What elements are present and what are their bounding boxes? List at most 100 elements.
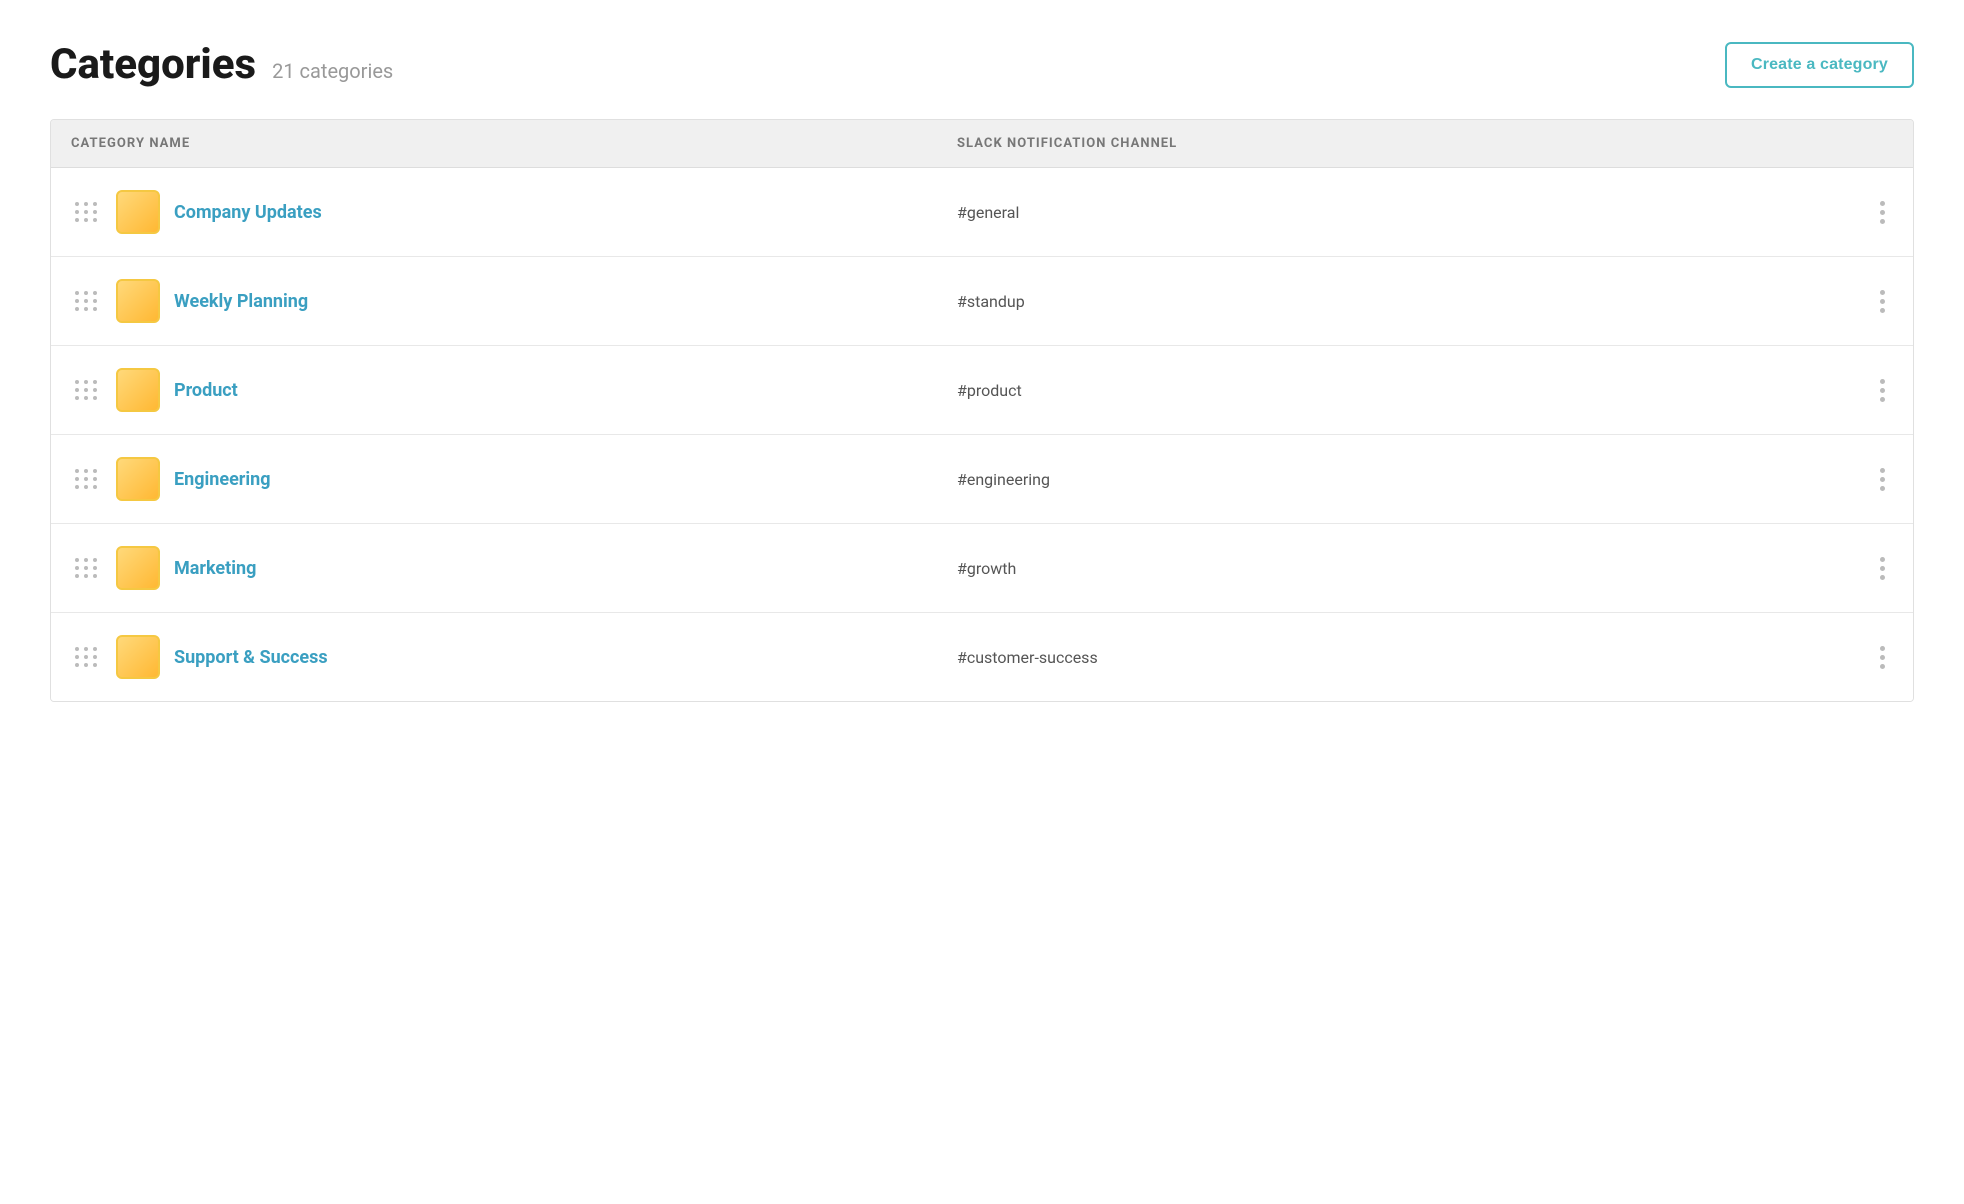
- category-icon: [116, 635, 160, 679]
- categories-table: CATEGORY NAME SLACK NOTIFICATION CHANNEL…: [50, 119, 1914, 702]
- table-header: CATEGORY NAME SLACK NOTIFICATION CHANNEL: [51, 120, 1913, 168]
- drag-dot: [84, 566, 88, 570]
- slack-channel-2: #standup: [957, 292, 1843, 311]
- category-name-5[interactable]: Marketing: [174, 558, 256, 579]
- more-dot: [1880, 486, 1885, 491]
- category-icon: [116, 457, 160, 501]
- drag-dot: [93, 558, 97, 562]
- drag-dot: [75, 388, 79, 392]
- category-name-2[interactable]: Weekly Planning: [174, 291, 308, 312]
- drag-handle[interactable]: [71, 643, 102, 671]
- more-options-button[interactable]: [1872, 282, 1893, 321]
- category-name-6[interactable]: Support & Success: [174, 647, 328, 668]
- drag-dot: [93, 388, 97, 392]
- more-dot: [1880, 219, 1885, 224]
- drag-dot: [75, 202, 79, 206]
- more-dot: [1880, 477, 1885, 482]
- create-category-button[interactable]: Create a category: [1725, 42, 1914, 88]
- more-dot: [1880, 646, 1885, 651]
- more-dot: [1880, 210, 1885, 215]
- drag-dot: [75, 663, 79, 667]
- drag-dot: [84, 291, 88, 295]
- more-dot: [1880, 308, 1885, 313]
- drag-dot: [84, 485, 88, 489]
- drag-dot: [84, 647, 88, 651]
- category-cell-2: Weekly Planning: [71, 279, 957, 323]
- drag-dot: [84, 388, 88, 392]
- drag-dot: [75, 396, 79, 400]
- drag-dot: [93, 485, 97, 489]
- more-dot: [1880, 575, 1885, 580]
- drag-handle[interactable]: [71, 554, 102, 582]
- category-cell-5: Marketing: [71, 546, 957, 590]
- more-dot: [1880, 468, 1885, 473]
- category-name-1[interactable]: Company Updates: [174, 202, 322, 223]
- more-dot: [1880, 566, 1885, 571]
- drag-dot: [75, 218, 79, 222]
- drag-dot: [75, 210, 79, 214]
- drag-dot: [75, 574, 79, 578]
- drag-dot: [84, 210, 88, 214]
- drag-dot: [75, 469, 79, 473]
- drag-dot: [93, 380, 97, 384]
- more-options-button[interactable]: [1872, 460, 1893, 499]
- drag-dot: [93, 396, 97, 400]
- table-body: Company Updates #general Weekly Planning #s…: [51, 168, 1913, 701]
- drag-dot: [93, 574, 97, 578]
- more-dot: [1880, 379, 1885, 384]
- more-options-button[interactable]: [1872, 549, 1893, 588]
- drag-dot: [93, 647, 97, 651]
- table-row: Product #product: [51, 346, 1913, 435]
- category-name-3[interactable]: Product: [174, 380, 238, 401]
- category-icon: [116, 368, 160, 412]
- drag-dot: [93, 210, 97, 214]
- slack-channel-6: #customer-success: [957, 648, 1843, 667]
- slack-channel-4: #engineering: [957, 470, 1843, 489]
- drag-dot: [93, 202, 97, 206]
- more-options-button[interactable]: [1872, 193, 1893, 232]
- drag-dot: [75, 655, 79, 659]
- more-dot: [1880, 664, 1885, 669]
- more-dot: [1880, 397, 1885, 402]
- drag-dot: [75, 558, 79, 562]
- slack-channel-3: #product: [957, 381, 1843, 400]
- category-icon: [116, 190, 160, 234]
- more-options-button[interactable]: [1872, 371, 1893, 410]
- more-options-button[interactable]: [1872, 638, 1893, 677]
- drag-dot: [75, 307, 79, 311]
- category-cell-4: Engineering: [71, 457, 957, 501]
- drag-handle[interactable]: [71, 287, 102, 315]
- drag-dot: [75, 299, 79, 303]
- drag-dot: [84, 663, 88, 667]
- column-header-slack: SLACK NOTIFICATION CHANNEL: [957, 136, 1843, 151]
- header-left: Categories 21 categories: [50, 40, 393, 89]
- drag-dot: [93, 655, 97, 659]
- more-dot: [1880, 290, 1885, 295]
- drag-dot: [84, 558, 88, 562]
- drag-dot: [84, 202, 88, 206]
- more-dot: [1880, 655, 1885, 660]
- drag-dot: [84, 574, 88, 578]
- drag-dot: [93, 469, 97, 473]
- drag-dot: [75, 647, 79, 651]
- more-dot: [1880, 388, 1885, 393]
- drag-dot: [93, 299, 97, 303]
- category-count: 21 categories: [272, 59, 393, 83]
- drag-dot: [84, 380, 88, 384]
- table-row: Marketing#growth: [51, 524, 1913, 613]
- table-row: Support & Success #customer-success: [51, 613, 1913, 701]
- slack-channel-1: #general: [957, 203, 1843, 222]
- drag-dot: [75, 380, 79, 384]
- drag-dot: [93, 477, 97, 481]
- drag-dot: [84, 477, 88, 481]
- drag-dot: [93, 307, 97, 311]
- category-name-4[interactable]: Engineering: [174, 469, 271, 490]
- drag-handle[interactable]: [71, 465, 102, 493]
- drag-dot: [93, 566, 97, 570]
- drag-handle[interactable]: [71, 376, 102, 404]
- drag-dot: [84, 396, 88, 400]
- drag-dot: [84, 655, 88, 659]
- drag-handle[interactable]: [71, 198, 102, 226]
- drag-dot: [93, 663, 97, 667]
- drag-dot: [75, 477, 79, 481]
